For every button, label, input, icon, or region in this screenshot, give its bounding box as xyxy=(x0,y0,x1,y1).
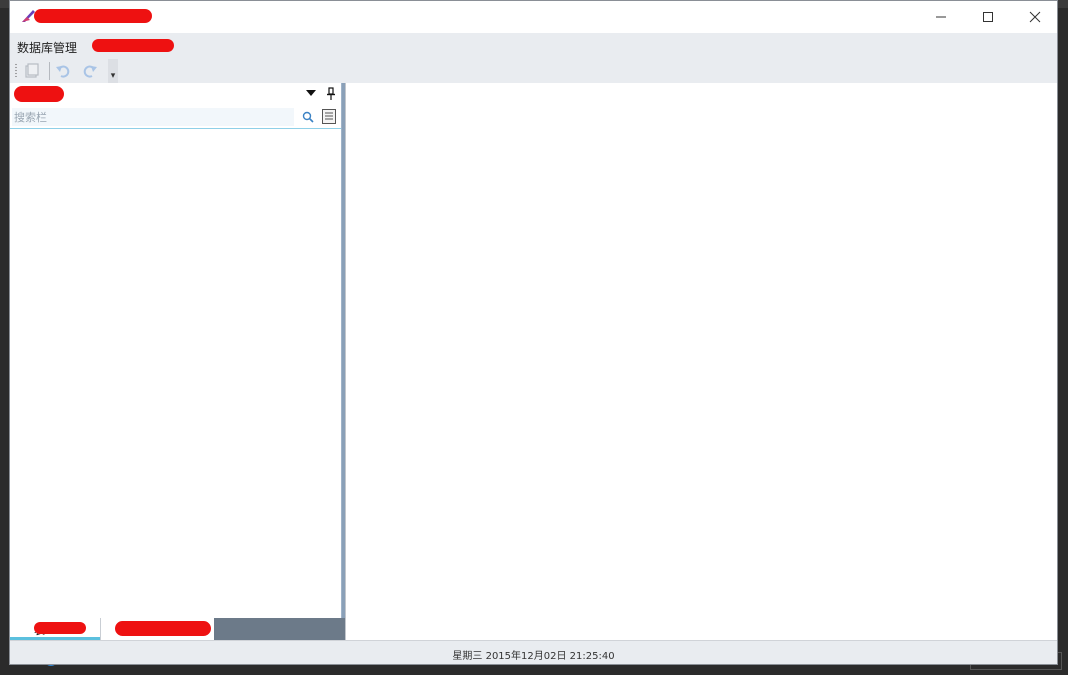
list-view-icon[interactable] xyxy=(322,109,336,124)
panel-header: 栏 xyxy=(10,83,341,105)
status-datetime: 星期三 2015年12月02日 21:25:40 xyxy=(452,651,615,662)
search-icon[interactable] xyxy=(302,111,314,123)
panel-dropdown-arrow-icon[interactable] xyxy=(306,90,316,96)
redaction-mark-panel-title xyxy=(14,86,64,102)
close-icon xyxy=(1029,11,1041,23)
status-bar: 星期三 2015年12月02日 21:25:40 xyxy=(10,640,1057,664)
panel-tab-strip: 表 xyxy=(10,618,345,640)
toolbar-grip-handle[interactable] xyxy=(15,63,17,77)
redaction-mark-tab-1 xyxy=(34,622,86,634)
redaction-mark-title xyxy=(34,9,152,23)
redaction-mark-menu xyxy=(92,39,174,52)
save-button[interactable] xyxy=(22,61,42,81)
undo-icon xyxy=(56,65,70,78)
pin-icon[interactable] xyxy=(326,87,336,101)
application-window: 数据库管理 ▾ 栏 xyxy=(9,0,1058,665)
search-input[interactable] xyxy=(12,108,294,126)
undo-button[interactable] xyxy=(53,61,73,81)
main-content-area[interactable] xyxy=(345,83,1057,640)
menu-bar: 数据库管理 xyxy=(10,34,1057,58)
maximize-button[interactable] xyxy=(965,1,1011,33)
redaction-mark-tab-2 xyxy=(115,621,211,636)
navigation-panel: 栏 xyxy=(10,83,342,618)
redo-button[interactable] xyxy=(80,61,100,81)
tab-first[interactable]: 表 xyxy=(10,618,100,640)
save-icon xyxy=(25,63,39,78)
minimize-button[interactable] xyxy=(918,1,964,33)
menu-item-database-management[interactable]: 数据库管理 xyxy=(17,39,77,56)
toolbar-overflow-button[interactable]: ▾ xyxy=(108,59,118,83)
minimize-icon xyxy=(936,16,946,18)
tab-second[interactable] xyxy=(100,618,214,640)
toolbar: ▾ xyxy=(10,59,1057,83)
toolbar-separator xyxy=(49,62,50,80)
maximize-icon xyxy=(983,12,993,22)
title-bar[interactable] xyxy=(10,1,1057,33)
close-button[interactable] xyxy=(1012,1,1057,33)
search-bar xyxy=(10,105,341,129)
tree-view[interactable] xyxy=(10,129,341,618)
redo-icon xyxy=(83,65,97,78)
